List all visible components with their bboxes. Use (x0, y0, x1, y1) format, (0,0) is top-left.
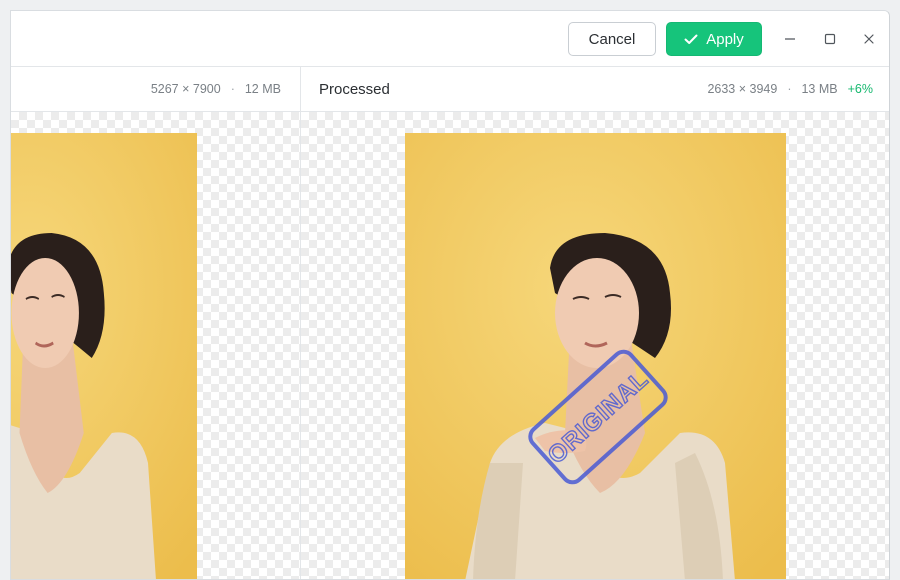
cancel-button[interactable]: Cancel (568, 22, 656, 56)
processed-separator: · (787, 82, 792, 96)
processed-image: ORIGINAL (405, 133, 786, 579)
processed-panel-title: Processed (319, 80, 390, 98)
original-dimensions: 5267 × 7900 (150, 82, 221, 96)
processed-canvas[interactable]: ORIGINAL (301, 112, 889, 579)
original-image (11, 133, 197, 579)
title-bar: Cancel Apply (11, 11, 889, 67)
original-separator: · (230, 82, 235, 96)
maximize-button[interactable] (816, 25, 844, 53)
minimize-icon (785, 38, 795, 40)
processed-file-size: 13 MB (801, 82, 838, 96)
minimize-button[interactable] (776, 25, 804, 53)
maximize-icon (824, 33, 836, 45)
check-icon (684, 34, 698, 44)
processed-dimensions: 2633 × 3949 (707, 82, 778, 96)
close-icon (864, 34, 874, 44)
original-file-size: 12 MB (244, 82, 281, 96)
apply-button-label: Apply (706, 30, 744, 48)
apply-button[interactable]: Apply (666, 22, 762, 56)
image-compare-window: Cancel Apply 5267 × 7900 · 12 MB Process… (10, 10, 890, 580)
original-info-bar: 5267 × 7900 · 12 MB (11, 67, 300, 112)
processed-info-bar: Processed 2633 × 3949 · 13 MB +6% (301, 67, 889, 112)
processed-meta: 2633 × 3949 · 13 MB +6% (707, 82, 889, 96)
cancel-button-label: Cancel (588, 30, 636, 48)
original-canvas[interactable] (11, 112, 300, 579)
close-button[interactable] (855, 25, 883, 53)
size-delta-badge: +6% (847, 82, 873, 96)
